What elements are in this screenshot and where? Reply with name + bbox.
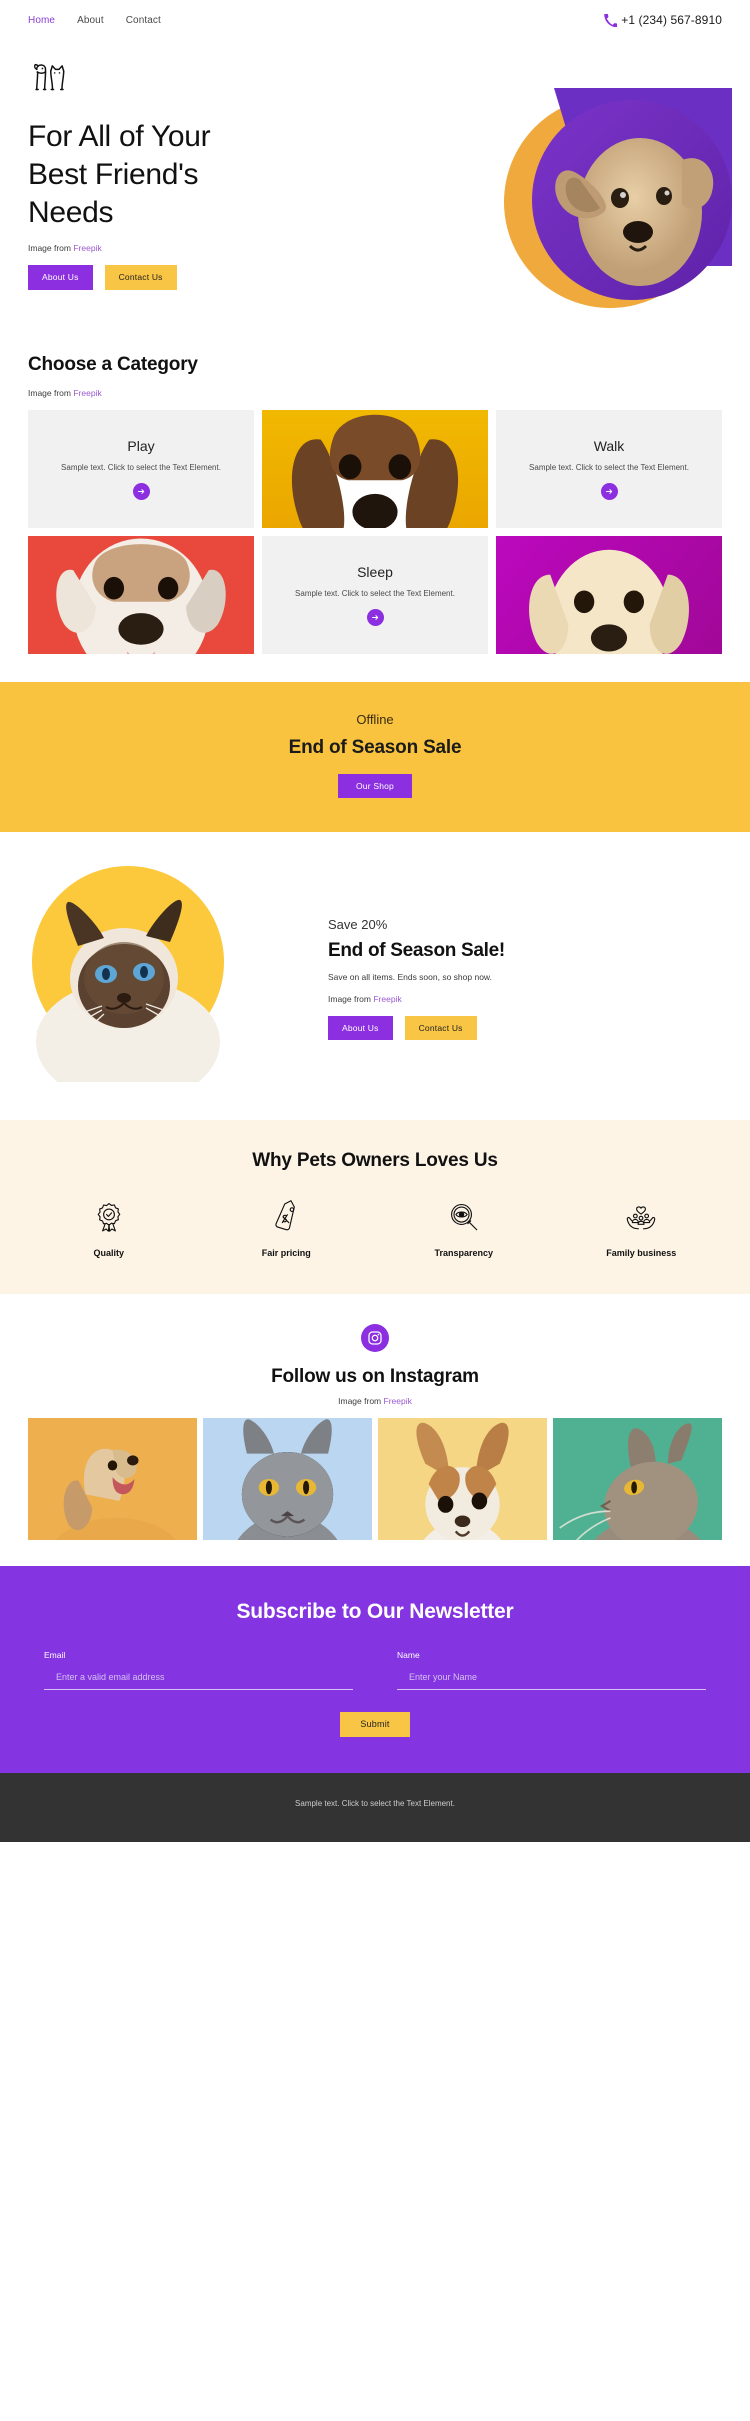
credit-link[interactable]: Freepik [384, 1396, 412, 1406]
promo-section: Save 20% End of Season Sale! Save on all… [0, 832, 750, 1120]
category-photo-golden-retriever [496, 535, 722, 654]
promo-artwork [14, 866, 314, 1086]
instagram-title: Follow us on Instagram [271, 1366, 479, 1388]
credit-link[interactable]: Freepik [73, 243, 101, 253]
price-tag-dollar-icon [275, 1200, 296, 1231]
hands-holding-family-icon [626, 1206, 656, 1230]
instagram-photo-3[interactable] [378, 1418, 547, 1541]
category-name: Sleep [357, 563, 393, 580]
category-card-play[interactable]: Play Sample text. Click to select the Te… [28, 409, 254, 528]
instagram-photo-2[interactable] [203, 1418, 372, 1541]
category-card-walk[interactable]: Walk Sample text. Click to select the Te… [496, 409, 722, 528]
category-grid: Play Sample text. Click to select the Te… [28, 409, 722, 654]
hero-dog-photo [532, 100, 732, 300]
email-label: Email [44, 1650, 66, 1661]
newsletter-section: Subscribe to Our Newsletter Email Name S… [0, 1566, 750, 1774]
award-ribbon-icon [97, 1203, 121, 1233]
name-field-group: Name [397, 1650, 706, 1691]
newsletter-title: Subscribe to Our Newsletter [236, 1600, 514, 1624]
credit-link[interactable]: Freepik [73, 388, 101, 398]
name-label: Name [397, 1650, 420, 1661]
promo-about-us-button[interactable]: About Us [328, 1015, 393, 1041]
promo-button-row: About Us Contact Us [328, 1015, 722, 1041]
category-name: Play [127, 437, 155, 454]
why-item-label: Quality [93, 1248, 124, 1259]
sale-banner-section: Offline End of Season Sale Our Shop [0, 681, 750, 833]
instagram-badge[interactable] [361, 1324, 389, 1353]
instagram-icon [368, 1331, 382, 1346]
submit-button[interactable]: Submit [340, 1712, 410, 1738]
name-input[interactable] [397, 1670, 706, 1691]
promo-cat-photo [20, 882, 235, 1083]
arrow-right-icon[interactable] [600, 483, 618, 501]
credit-prefix: Image from [328, 993, 374, 1004]
footer-text: Sample text. Click to select the Text El… [295, 1799, 455, 1809]
why-item-family-business: Family business [553, 1200, 731, 1258]
instagram-image-credit: Image from Freepik [0, 1396, 750, 1406]
instagram-photo-1[interactable] [28, 1418, 197, 1541]
category-photo-bulldog [28, 535, 254, 654]
category-photo-beagle [262, 409, 488, 528]
why-item-label: Transparency [434, 1248, 494, 1259]
category-card-sleep[interactable]: Sleep Sample text. Click to select the T… [262, 535, 488, 654]
why-section: Why Pets Owners Loves Us Quality Fair pr… [0, 1120, 750, 1295]
why-title: Why Pets Owners Loves Us [252, 1150, 498, 1172]
promo-description: Save on all items. Ends soon, so shop no… [328, 971, 492, 982]
header-contact[interactable]: +1 (234) 567-8910 [604, 13, 722, 27]
category-description: Sample text. Click to select the Text El… [529, 462, 689, 472]
instagram-section: Follow us on Instagram Image from Freepi… [0, 1294, 750, 1541]
newsletter-form: Email Name [44, 1650, 706, 1691]
phone-number[interactable]: +1 (234) 567-8910 [621, 13, 722, 27]
hero-about-us-button[interactable]: About Us [28, 265, 93, 290]
nav-item-about[interactable]: About [77, 15, 104, 26]
credit-prefix: Image from [338, 1396, 384, 1407]
credit-prefix: Image from [28, 243, 74, 254]
hero-artwork [504, 88, 732, 316]
promo-title: End of Season Sale! [328, 939, 505, 961]
site-footer: Sample text. Click to select the Text El… [0, 1773, 750, 1843]
why-item-label: Fair pricing [261, 1248, 311, 1259]
instagram-photo-4[interactable] [553, 1418, 722, 1541]
why-items-grid: Quality Fair pricing Transparency Family… [20, 1200, 730, 1258]
promo-contact-us-button[interactable]: Contact Us [404, 1015, 477, 1041]
why-item-label: Family business [606, 1248, 677, 1259]
our-shop-button[interactable]: Our Shop [338, 773, 412, 799]
main-navigation: Home About Contact [28, 15, 161, 26]
category-title: Choose a Category [28, 353, 198, 375]
email-field-group: Email [44, 1650, 353, 1691]
magnifier-eye-icon [450, 1204, 478, 1231]
category-description: Sample text. Click to select the Text El… [295, 588, 455, 598]
promo-image-credit: Image from Freepik [328, 994, 722, 1004]
why-item-fair-pricing: Fair pricing [198, 1200, 376, 1258]
hero-contact-us-button[interactable]: Contact Us [104, 265, 177, 290]
credit-prefix: Image from [28, 387, 74, 398]
email-input[interactable] [44, 1670, 353, 1691]
landing-page: Home About Contact +1 (234) 567-8910 For… [0, 0, 750, 1843]
arrow-right-icon[interactable] [132, 483, 150, 501]
site-header: Home About Contact +1 (234) 567-8910 [0, 0, 750, 40]
category-image-credit: Image from Freepik [28, 388, 722, 398]
nav-item-contact[interactable]: Contact [126, 15, 161, 26]
category-name: Walk [593, 437, 625, 454]
sale-title: End of Season Sale [288, 736, 462, 758]
dog-cat-logo-icon [33, 63, 65, 91]
credit-link[interactable]: Freepik [373, 994, 401, 1004]
hero-title: For All of Your Best Friend's Needs [28, 120, 211, 229]
category-section: Choose a Category Image from Freepik Pla… [0, 330, 750, 654]
hero-section: For All of Your Best Friend's Needs Imag… [0, 40, 750, 330]
phone-icon [604, 13, 618, 27]
category-description: Sample text. Click to select the Text El… [61, 462, 221, 472]
why-item-transparency: Transparency [375, 1200, 553, 1258]
instagram-photo-grid [0, 1418, 750, 1541]
why-item-quality: Quality [20, 1200, 198, 1258]
arrow-right-icon[interactable] [366, 609, 384, 627]
promo-kicker: Save 20% [328, 916, 388, 932]
nav-item-home[interactable]: Home [28, 15, 55, 26]
promo-text-block: Save 20% End of Season Sale! Save on all… [328, 913, 722, 1041]
sale-kicker: Offline [356, 711, 394, 727]
